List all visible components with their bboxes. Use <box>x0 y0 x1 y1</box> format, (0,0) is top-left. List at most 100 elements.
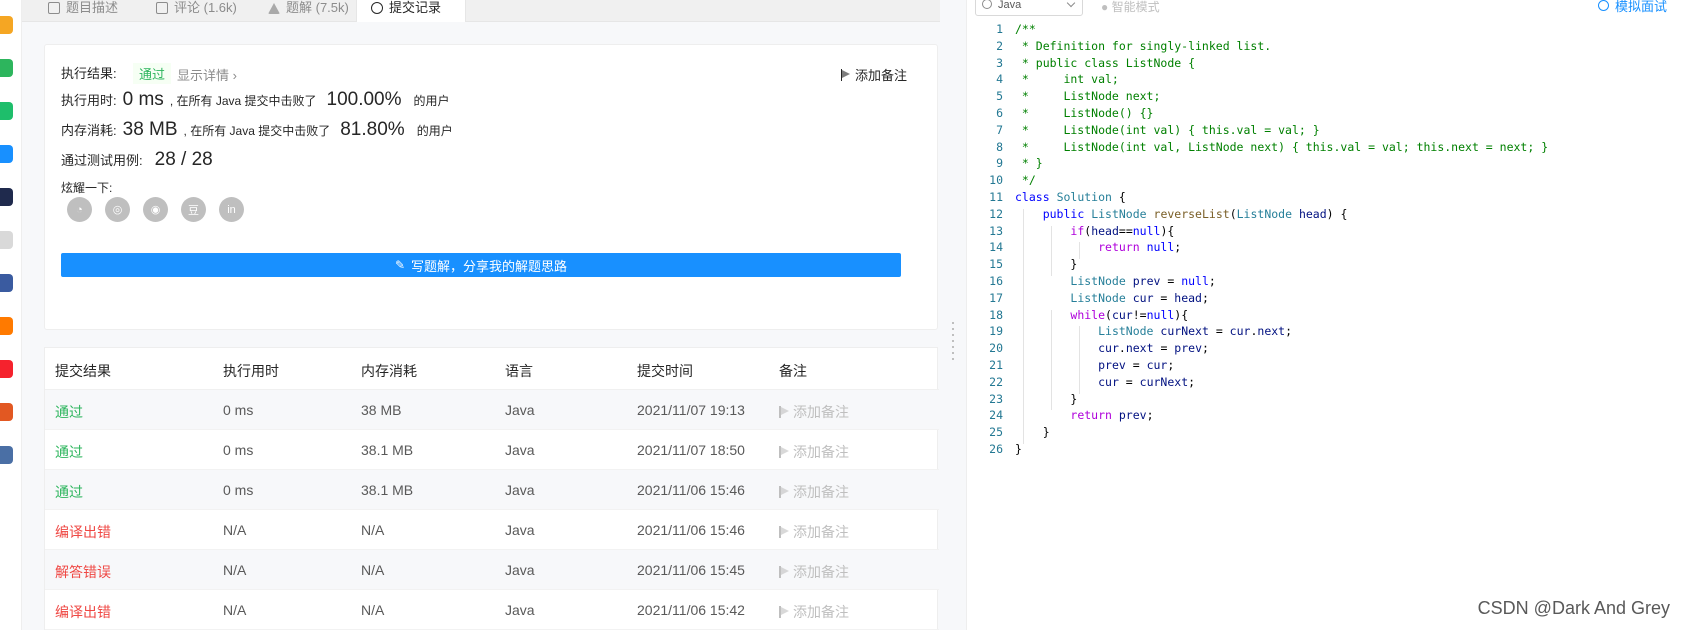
table-row[interactable]: 编译出错 N/A N/A Java 2021/11/06 15:42 添加备注 <box>45 590 939 630</box>
store-app-icon[interactable] <box>0 403 13 421</box>
runtime-value: 0 ms <box>122 89 164 110</box>
flag-icon <box>779 566 789 578</box>
tab-description[interactable]: 题目描述 <box>34 0 132 22</box>
table-header: 提交结果 执行用时 内存消耗 语言 提交时间 备注 <box>45 348 939 390</box>
line-number: 8 <box>996 139 1003 154</box>
code-editor[interactable]: Java ● 智能模式 模拟面试 1 /** 2 * Definition for … <box>966 0 1690 630</box>
share-buttons: ◔ ◎ ◉ 豆 in <box>67 197 244 222</box>
douban-icon[interactable]: 豆 <box>181 197 206 222</box>
add-note-button[interactable]: 添加备注 <box>779 522 849 542</box>
panel-splitter[interactable] <box>940 0 966 630</box>
code-line: cur.next = prev; <box>1098 341 1209 356</box>
shop-app-icon[interactable] <box>0 360 13 378</box>
doc-app-icon[interactable] <box>0 231 13 249</box>
news-app-icon[interactable] <box>0 188 13 206</box>
weibo-app-icon[interactable] <box>0 16 13 34</box>
line-number: 26 <box>989 442 1003 456</box>
line-number: 16 <box>989 274 1003 288</box>
table-row[interactable]: 通过 0 ms 38.1 MB Java 2021/11/06 15:46 添加备注 <box>45 470 939 510</box>
watermark: CSDN @Dark And Grey <box>1477 598 1670 618</box>
memory-value: 38 MB <box>122 119 178 140</box>
add-note-button[interactable]: 添加备注 <box>840 65 907 84</box>
code-line: class Solution { <box>1015 190 1126 204</box>
result-label: 执行结果: <box>61 66 117 81</box>
memory-cell: N/A <box>361 562 385 578</box>
wechat-app-icon[interactable] <box>0 102 13 120</box>
code-line: * Definition for singly-linked list. <box>1015 38 1272 53</box>
code-line: * ListNode next; <box>1015 89 1161 104</box>
status-badge: 通过 <box>133 63 172 84</box>
table-row[interactable]: 通过 0 ms 38.1 MB Java 2021/11/07 18:50 添加备注 <box>45 430 939 470</box>
code-line: ListNode curNext = cur.next; <box>1098 324 1293 339</box>
result-cell[interactable]: 解答错误 <box>55 562 111 582</box>
description-icon <box>48 2 60 14</box>
code-line: return prev; <box>1070 408 1154 423</box>
result-cell[interactable]: 编译出错 <box>55 602 111 622</box>
problem-panel: 题目描述 评论 (1.6k) 题解 (7.5k) 提交记录 执行结果: 通过 显… <box>22 0 940 630</box>
line-number: 18 <box>989 307 1003 322</box>
line-number: 10 <box>989 173 1003 188</box>
add-note-button[interactable]: 添加备注 <box>779 482 849 502</box>
runtime-cell: N/A <box>223 602 247 618</box>
taobao-app-icon[interactable] <box>0 317 13 335</box>
column-header: 内存消耗 <box>361 363 417 379</box>
tab-submissions[interactable]: 提交记录 <box>356 0 466 22</box>
code-line: } <box>1015 391 1078 406</box>
add-note-button[interactable]: 添加备注 <box>779 602 849 622</box>
submit-time-cell: 2021/11/07 19:13 <box>637 402 745 418</box>
language-select[interactable]: Java <box>975 0 1083 16</box>
pencil-icon: ✎ <box>394 258 406 272</box>
tab-bar: 题目描述 评论 (1.6k) 题解 (7.5k) 提交记录 <box>22 0 940 22</box>
code-line: } <box>1015 257 1078 272</box>
language-cell: Java <box>505 522 535 538</box>
tab-solutions[interactable]: 题解 (7.5k) <box>254 0 363 22</box>
line-number: 5 <box>996 89 1003 104</box>
table-row[interactable]: 编译出错 N/A N/A Java 2021/11/06 15:46 添加备注 <box>45 510 939 550</box>
weibo-icon[interactable]: ◎ <box>105 197 130 222</box>
submission-table: 提交结果 执行用时 内存消耗 语言 提交时间 备注 通过 0 ms 38 MB Jav… <box>44 347 939 630</box>
testcase-row: 通过测试用例: 28 / 28 <box>61 149 213 170</box>
code-line: * ListNode() {} <box>1015 106 1154 120</box>
photo-app-icon[interactable] <box>0 446 13 464</box>
add-note-button[interactable]: 添加备注 <box>779 442 849 462</box>
code-line: while(cur!=null){ <box>1070 307 1189 322</box>
smart-mode-toggle[interactable]: ● 智能模式 <box>1101 0 1160 15</box>
line-number: 22 <box>989 374 1003 389</box>
table-row[interactable]: 通过 0 ms 38 MB Java 2021/11/07 19:13 添加备注 <box>45 390 939 430</box>
clock-icon <box>1597 0 1609 11</box>
line-number: 14 <box>989 240 1003 255</box>
code-line: cur = curNext; <box>1098 374 1196 389</box>
line-number: 13 <box>989 223 1003 238</box>
column-header: 提交结果 <box>55 363 111 379</box>
result-cell[interactable]: 通过 <box>55 482 83 502</box>
mock-interview-button[interactable]: 模拟面试 <box>1597 0 1667 15</box>
flag-icon <box>779 606 789 618</box>
mail-app-icon[interactable] <box>0 59 13 77</box>
line-number: 11 <box>989 190 1003 204</box>
line-number: 9 <box>996 156 1003 171</box>
memory-percentile: 81.80% <box>340 119 405 140</box>
memory-cell: 38.1 MB <box>361 442 414 458</box>
add-note-button[interactable]: 添加备注 <box>779 402 849 422</box>
show-details-link[interactable]: 显示详情 › <box>177 65 237 84</box>
line-number: 2 <box>996 38 1003 53</box>
game-app-icon[interactable] <box>0 274 13 292</box>
testcase-value: 28 / 28 <box>154 149 213 170</box>
linkedin-icon[interactable]: in <box>219 197 244 222</box>
flag-icon <box>779 526 789 538</box>
code-line: * public class ListNode { <box>1015 55 1196 70</box>
line-number: 17 <box>989 290 1003 305</box>
result-cell[interactable]: 通过 <box>55 442 83 462</box>
dingtalk-app-icon[interactable] <box>0 145 13 163</box>
runtime-cell: 0 ms <box>223 442 254 458</box>
result-cell[interactable]: 通过 <box>55 402 83 422</box>
add-note-button[interactable]: 添加备注 <box>779 562 849 582</box>
table-row[interactable]: 解答错误 N/A N/A Java 2021/11/06 15:45 添加备注 <box>45 550 939 590</box>
line-number: 1 <box>996 22 1003 36</box>
tab-comments[interactable]: 评论 (1.6k) <box>142 0 251 22</box>
qq-icon[interactable]: ◉ <box>143 197 168 222</box>
flag-icon <box>779 406 789 418</box>
result-cell[interactable]: 编译出错 <box>55 522 111 542</box>
write-solution-button[interactable]: ✎ 写题解，分享我的解题思路 <box>61 253 901 277</box>
wechat-icon[interactable]: ◔ <box>67 197 92 222</box>
